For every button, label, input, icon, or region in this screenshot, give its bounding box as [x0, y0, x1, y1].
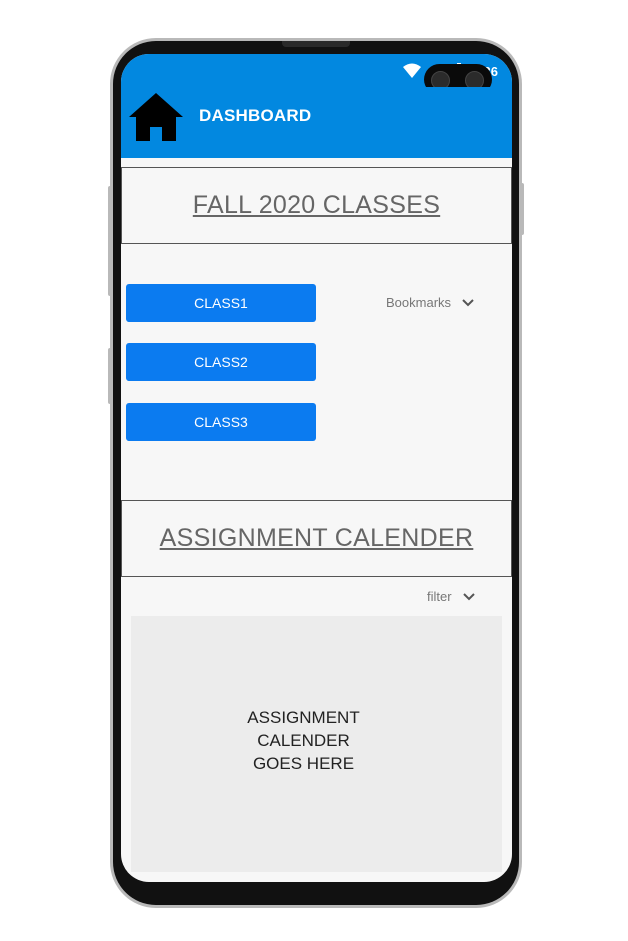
- volume-button: [108, 186, 112, 296]
- calendar-section-header: ASSIGNMENT CALENDER: [121, 500, 512, 577]
- chevron-down-icon: [462, 592, 475, 600]
- classes-section-title[interactable]: FALL 2020 CLASSES: [193, 191, 440, 220]
- classes-section-header: FALL 2020 CLASSES: [121, 167, 512, 244]
- home-icon[interactable]: [127, 91, 185, 143]
- calendar-placeholder-text: ASSIGNMENT CALENDER GOES HERE: [247, 707, 360, 773]
- app-title: DASHBOARD: [199, 106, 312, 125]
- app-bar: DASHBOARD: [121, 87, 512, 158]
- chevron-down-icon: [462, 298, 474, 306]
- filter-dropdown[interactable]: filter: [427, 589, 476, 604]
- calendar-placeholder: ASSIGNMENT CALENDER GOES HERE: [131, 616, 502, 872]
- wifi-icon: [402, 63, 421, 78]
- speaker-grille: [282, 41, 350, 47]
- side-button: [108, 348, 112, 404]
- filter-label: filter: [427, 589, 452, 604]
- status-bar: 6:36: [121, 54, 512, 95]
- phone-screen: 6:36 DASHBOARD FALL 2020 CLASSES CLASS1 …: [121, 54, 512, 882]
- power-button: [520, 183, 524, 235]
- calendar-section-title[interactable]: ASSIGNMENT CALENDER: [160, 524, 474, 553]
- bookmarks-label: Bookmarks: [386, 295, 452, 310]
- class1-button[interactable]: CLASS1: [126, 284, 316, 322]
- bookmarks-dropdown[interactable]: Bookmarks: [386, 295, 475, 310]
- class2-button[interactable]: CLASS2: [126, 343, 316, 381]
- class3-button[interactable]: CLASS3: [126, 403, 316, 441]
